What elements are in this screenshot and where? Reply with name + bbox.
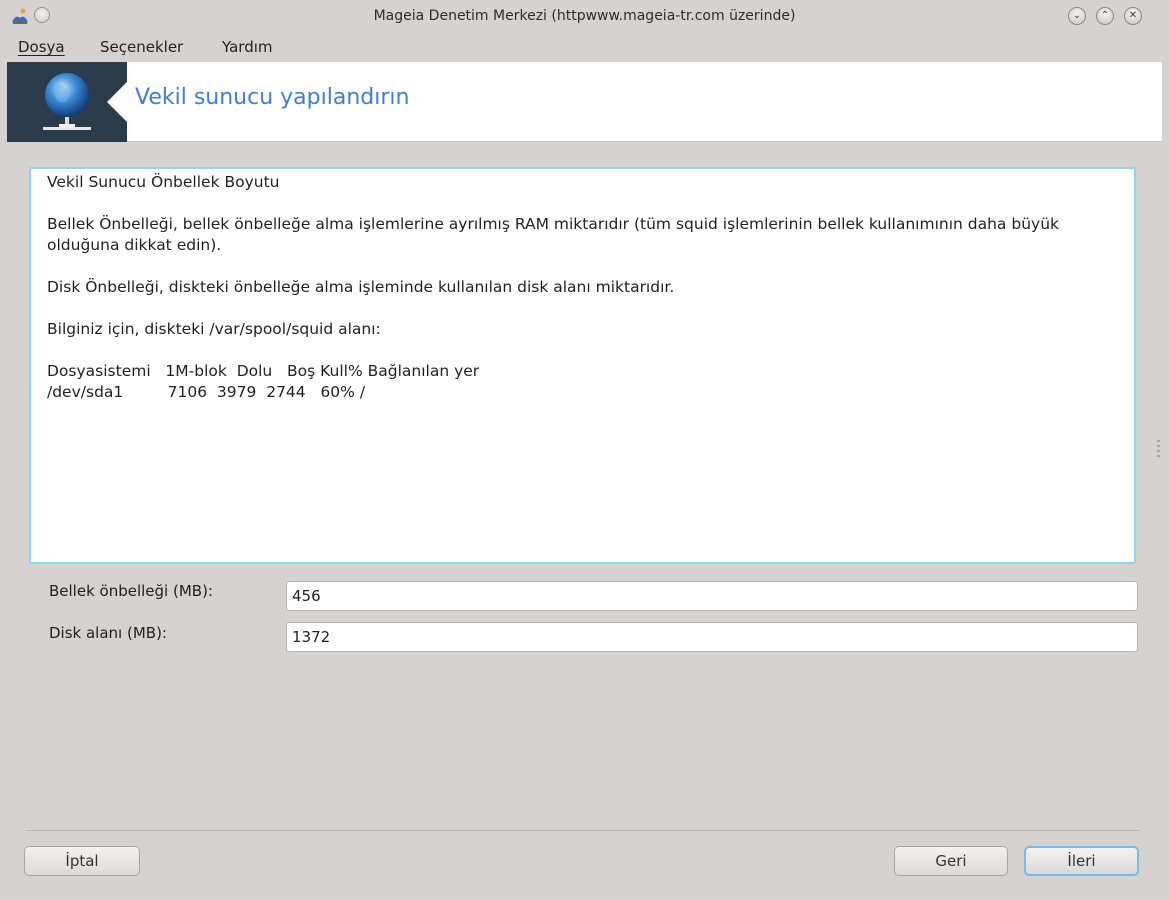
info-text-area[interactable]: Vekil Sunucu Önbellek Boyutu Bellek Önbe…	[29, 167, 1136, 564]
back-button[interactable]: Geri	[894, 846, 1008, 876]
network-globe-icon	[43, 73, 91, 130]
header-banner: Vekil sunucu yapılandırın	[7, 62, 1162, 142]
separator	[26, 830, 1140, 831]
disk-space-input[interactable]	[286, 622, 1138, 652]
info-heading: Vekil Sunucu Önbellek Boyutu	[47, 173, 280, 191]
memory-cache-input[interactable]	[286, 581, 1138, 611]
cancel-button[interactable]: İptal	[24, 846, 140, 876]
window-title: Mageia Denetim Merkezi (httpwww.mageia-t…	[373, 8, 796, 24]
info-squid-area-text: Bilginiz için, diskteki /var/spool/squid…	[47, 320, 381, 338]
menu-dosya[interactable]: Dosya	[18, 38, 65, 56]
disk-space-label: Disk alanı (MB):	[49, 624, 167, 642]
close-icon[interactable]: ✕	[1124, 7, 1142, 25]
title-bar: Mageia Denetim Merkezi (httpwww.mageia-t…	[0, 0, 1169, 34]
maximize-icon[interactable]: ⌃	[1096, 7, 1114, 25]
menu-secenekler-label: Seçenekler	[100, 38, 184, 56]
memory-cache-label: Bellek önbelleği (MB):	[49, 582, 213, 600]
resize-grip[interactable]	[1157, 440, 1160, 460]
page-title: Vekil sunucu yapılandırın	[135, 85, 410, 110]
next-button[interactable]: İleri	[1024, 846, 1139, 876]
banner-icon-box	[7, 62, 127, 142]
disk-table-row: /dev/sda1 7106 3979 2744 60% /	[47, 383, 366, 401]
menu-bar: Dosya Seçenekler Yardım	[0, 34, 1169, 62]
disk-table-header: Dosyasistemi 1M-blok Dolu Boş Kull% Bağl…	[47, 362, 480, 380]
info-memory-cache-text: Bellek Önbelleği, bellek önbelleğe alma …	[47, 215, 1059, 254]
info-disk-cache-text: Disk Önbelleği, diskteki önbelleğe alma …	[47, 278, 675, 296]
banner-arrow	[107, 82, 127, 122]
menu-yardim[interactable]: Yardım	[222, 38, 273, 56]
menu-yardim-label: Yardım	[222, 38, 273, 56]
menu-dosya-label: Dosya	[18, 38, 65, 56]
menu-secenekler[interactable]: Seçenekler	[100, 38, 183, 56]
minimize-icon[interactable]: ⌄	[1068, 7, 1086, 25]
